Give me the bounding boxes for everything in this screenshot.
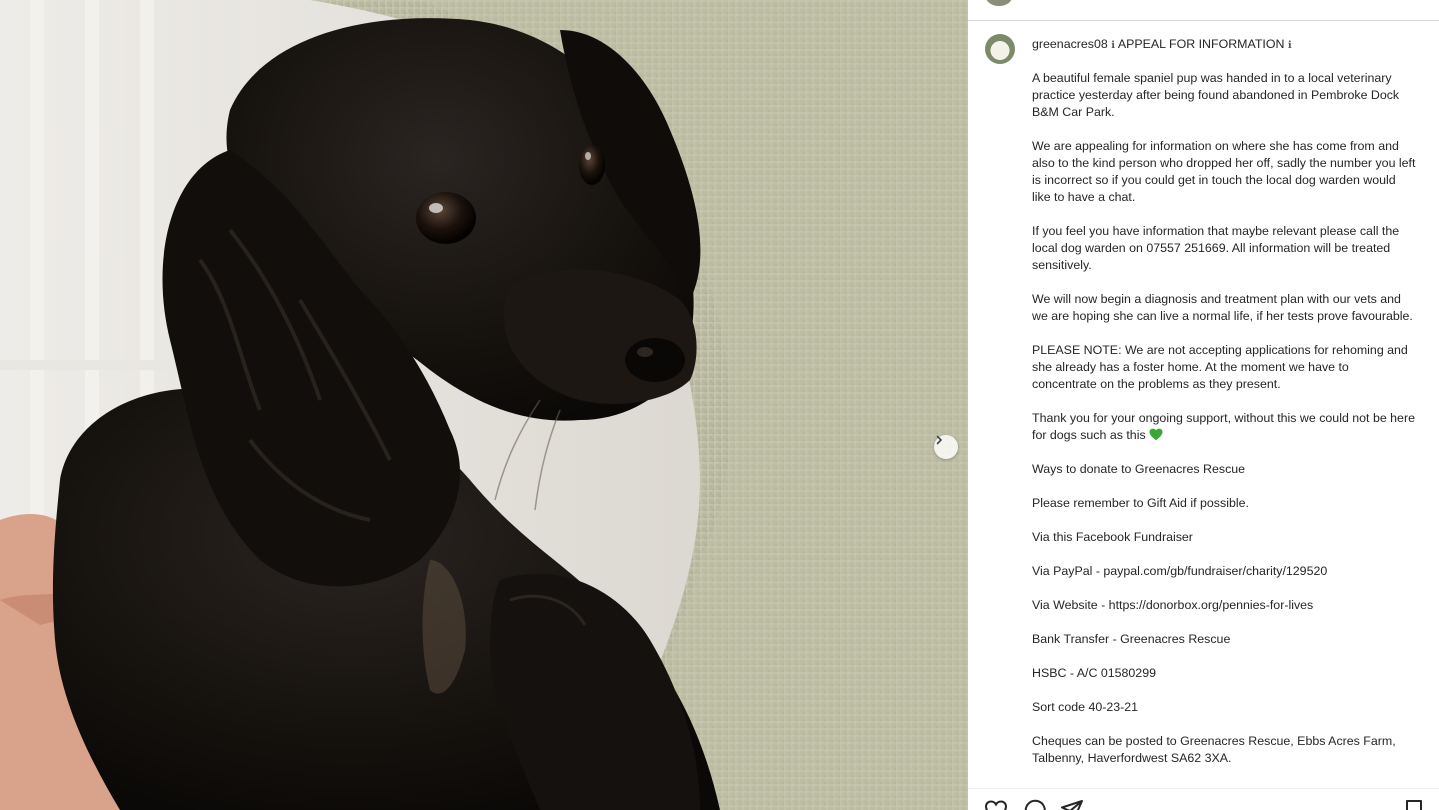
caption-header: greenacres08 ℹ APPEAL FOR INFORMATION ℹ <box>1032 36 1417 54</box>
caption-paragraph: Ways to donate to Greenacres Rescue <box>1032 462 1246 476</box>
caption-paragraph: Via this Facebook Fundraiser <box>1032 530 1193 544</box>
info-icon: ℹ <box>1287 40 1292 51</box>
caption-paragraph: If you feel you have information that ma… <box>1032 224 1400 272</box>
thanks-text: Thank you for your ongoing support, with… <box>1032 411 1415 442</box>
heart-icon[interactable] <box>984 799 1008 810</box>
post-caption: greenacres08 ℹ APPEAL FOR INFORMATION ℹ … <box>1032 36 1417 784</box>
action-bar <box>968 788 1439 810</box>
bookmark-icon[interactable] <box>1404 799 1424 810</box>
caption-paragraph-thanks: Thank you for your ongoing support, with… <box>1032 410 1417 444</box>
green-heart-icon <box>1149 428 1163 441</box>
caption-paragraph: PLEASE NOTE: We are not accepting applic… <box>1032 343 1408 391</box>
header-avatar[interactable] <box>986 0 1012 6</box>
chevron-right-icon <box>936 435 943 445</box>
share-icon[interactable] <box>1060 799 1084 810</box>
post-side-panel: greenacres08 ℹ APPEAL FOR INFORMATION ℹ … <box>968 0 1439 810</box>
caption-paragraph: Please remember to Gift Aid if possible. <box>1032 496 1249 510</box>
caption-paragraph: Via Website - https://donorbox.org/penni… <box>1032 598 1314 612</box>
caption-paragraph: We are appealing for information on wher… <box>1032 139 1416 204</box>
username-link[interactable]: greenacres08 <box>1032 37 1108 51</box>
panel-header <box>968 0 1439 21</box>
avatar[interactable] <box>985 34 1015 64</box>
caption-paragraph: A beautiful female spaniel pup was hande… <box>1032 71 1400 119</box>
caption-paragraph: Bank Transfer - Greenacres Rescue <box>1032 632 1231 646</box>
spaniel-puppy-photo <box>0 0 968 810</box>
caption-paragraph: Sort code 40-23-21 <box>1032 700 1139 714</box>
post-photo[interactable] <box>0 0 968 810</box>
caption-paragraph: HSBC - A/C 01580299 <box>1032 666 1156 680</box>
comment-icon[interactable] <box>1023 799 1047 810</box>
next-photo-button[interactable] <box>934 435 958 459</box>
caption-paragraph: Cheques can be posted to Greenacres Resc… <box>1032 734 1396 765</box>
info-icon: ℹ <box>1111 40 1116 51</box>
caption-paragraph: We will now begin a diagnosis and treatm… <box>1032 292 1413 323</box>
caption-paragraph: Via PayPal - paypal.com/gb/fundraiser/ch… <box>1032 564 1328 578</box>
headline: APPEAL FOR INFORMATION <box>1117 37 1285 51</box>
